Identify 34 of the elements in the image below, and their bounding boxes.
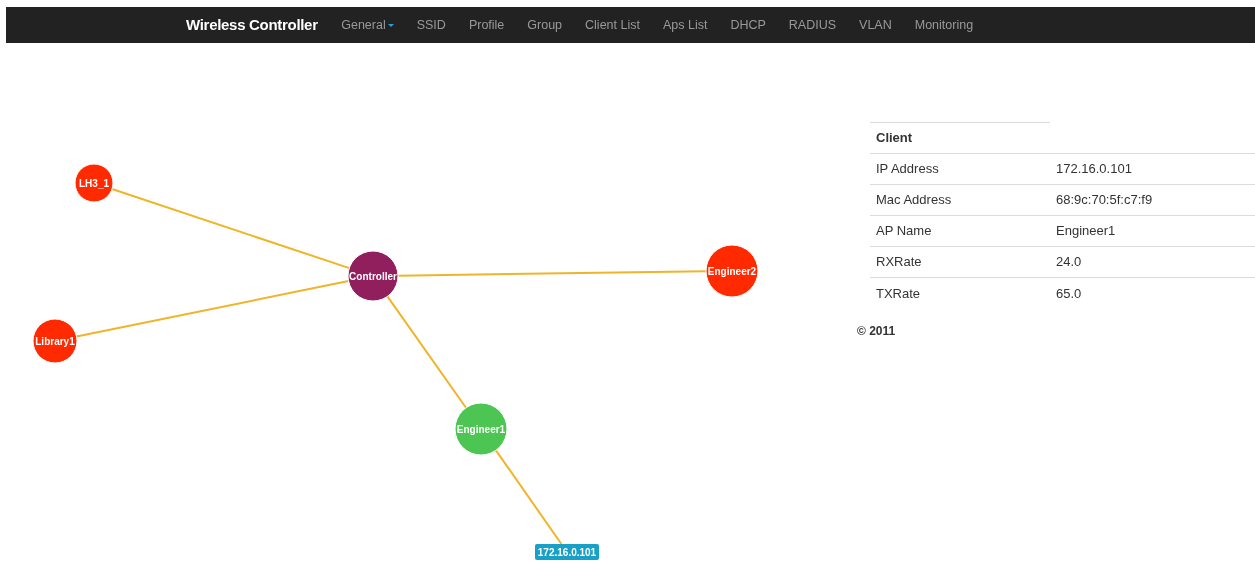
- node-label: Engineer2: [707, 265, 757, 277]
- table-cell: 68:9c:70:5f:c7:f9: [1050, 184, 1255, 216]
- table-cell: 65.0: [1050, 277, 1255, 309]
- table-heading: Client: [870, 122, 1050, 154]
- table-cell: RXRate: [870, 246, 1050, 278]
- nav-link[interactable]: VLAN: [847, 15, 904, 35]
- brand-link[interactable]: Wireless Controller: [186, 13, 318, 37]
- nav-link[interactable]: Monitoring: [903, 15, 985, 35]
- nav-link[interactable]: Group: [515, 15, 574, 35]
- table-cell: Engineer1: [1050, 215, 1255, 247]
- access-point-node[interactable]: [32, 318, 78, 364]
- table-cell: 24.0: [1050, 246, 1255, 278]
- table-cell: TXRate: [870, 277, 1050, 309]
- node-label: Library1: [35, 335, 75, 347]
- table-cell: 172.16.0.101: [1050, 153, 1255, 185]
- table-cell: IP Address: [870, 153, 1050, 185]
- nav-link[interactable]: Profile: [457, 15, 516, 35]
- access-point-node[interactable]: [705, 244, 759, 298]
- nav-link[interactable]: Client List: [573, 15, 652, 35]
- nav-link[interactable]: Aps List: [651, 15, 719, 35]
- copyright-text: © 2011: [857, 322, 896, 340]
- node-label: Engineer1: [456, 423, 506, 435]
- nav-link[interactable]: SSID: [405, 15, 458, 35]
- table-cell: Mac Address: [870, 184, 1050, 216]
- node-label: LH3_1: [79, 177, 109, 189]
- nav-link[interactable]: General: [329, 15, 406, 35]
- nav-link[interactable]: RADIUS: [777, 15, 848, 35]
- controller-node[interactable]: [347, 250, 399, 302]
- nav-link[interactable]: DHCP: [718, 15, 778, 35]
- node-label: Controller: [349, 270, 397, 282]
- access-point-node[interactable]: [74, 163, 114, 203]
- table-cell: AP Name: [870, 215, 1050, 247]
- client-badge[interactable]: 172.16.0.101: [535, 544, 599, 560]
- access-point-node[interactable]: [454, 402, 508, 456]
